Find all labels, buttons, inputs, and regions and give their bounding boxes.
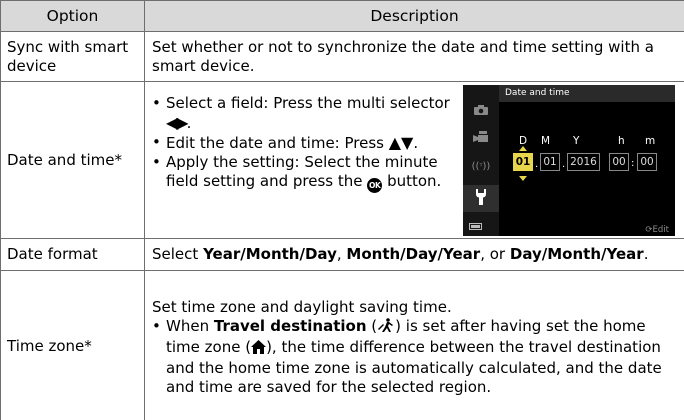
edit-hint: ⟳Edit (645, 225, 669, 235)
option-sync: Sync with smart device (0, 31, 145, 82)
settings-table: Option Description Sync with smart devic… (0, 0, 684, 420)
hour-label: h (618, 135, 625, 147)
multi-selector-up-down-icon: ▲▼ (388, 133, 414, 152)
table-row: Sync with smart device Set whether or no… (0, 31, 684, 82)
header-row: Option Description (0, 0, 684, 32)
option-time-zone: Time zone* (0, 270, 145, 420)
list-item: Select a field: Press the multi selector… (152, 94, 467, 133)
year-label: Y (573, 135, 580, 147)
wireless-icon: ((ᵀ)) (471, 161, 491, 172)
format-option: Day/Month/Year (509, 245, 644, 263)
battery-icon (469, 223, 482, 230)
header-description: Description (144, 0, 684, 32)
separator: . (535, 159, 539, 170)
travel-destination-label: Travel destination (213, 316, 367, 335)
option-date-format: Date format (0, 238, 145, 271)
wrench-icon (463, 188, 499, 211)
separator: : (631, 158, 635, 169)
description-time-zone: Set time zone and daylight saving time. … (144, 270, 684, 420)
day-field[interactable]: 01 (513, 153, 533, 171)
camera-icon (463, 103, 499, 122)
header-option: Option (0, 0, 145, 32)
multi-selector-rotate-icon: ⟳ (645, 225, 653, 235)
home-time-zone-icon (251, 339, 267, 359)
option-date-time: Date and time* (0, 81, 145, 239)
description-date-time: Select a field: Press the multi selector… (144, 81, 684, 239)
description-date-format: Select Year/Month/Day, Month/Day/Year, o… (144, 238, 684, 271)
table-row: Date format Select Year/Month/Day, Month… (0, 238, 684, 271)
camera-date-time-screen: ((ᵀ)) Date and time D M Y h m 01 . 01 . … (463, 85, 675, 236)
format-option: Month/Day/Year (346, 245, 481, 263)
travel-destination-icon (377, 317, 395, 338)
list-item: Apply the setting: Select the minute fie… (152, 153, 467, 193)
ok-button-icon: OK (367, 178, 383, 193)
multi-selector-left-right-icon: ◀▶ (166, 113, 189, 132)
time-zone-intro: Set time zone and daylight saving time. (152, 297, 452, 316)
separator: . (562, 159, 566, 170)
date-time-bullets: Select a field: Press the multi selector… (152, 94, 467, 193)
camera-screen-title: Date and time (499, 85, 675, 102)
list-item: When Travel destination () is set after … (152, 317, 676, 397)
camera-menu-sidebar: ((ᵀ)) (463, 85, 499, 236)
minute-label: m (645, 135, 656, 147)
hour-field[interactable]: 00 (609, 153, 629, 171)
decrement-arrow-icon (519, 176, 527, 181)
table-row: Time zone* Set time zone and daylight sa… (0, 270, 684, 420)
list-item: Edit the date and time: Press ▲▼. (152, 133, 467, 153)
table-row: Date and time* Select a field: Press the… (0, 81, 684, 239)
month-field[interactable]: 01 (540, 153, 560, 171)
movie-icon (463, 130, 499, 149)
increment-arrow-icon (519, 146, 527, 151)
description-sync: Set whether or not to synchronize the da… (144, 31, 684, 82)
format-option: Year/Month/Day (203, 245, 337, 263)
month-label: M (541, 135, 551, 147)
year-field[interactable]: 2016 (567, 153, 600, 171)
minute-field[interactable]: 00 (637, 153, 657, 171)
